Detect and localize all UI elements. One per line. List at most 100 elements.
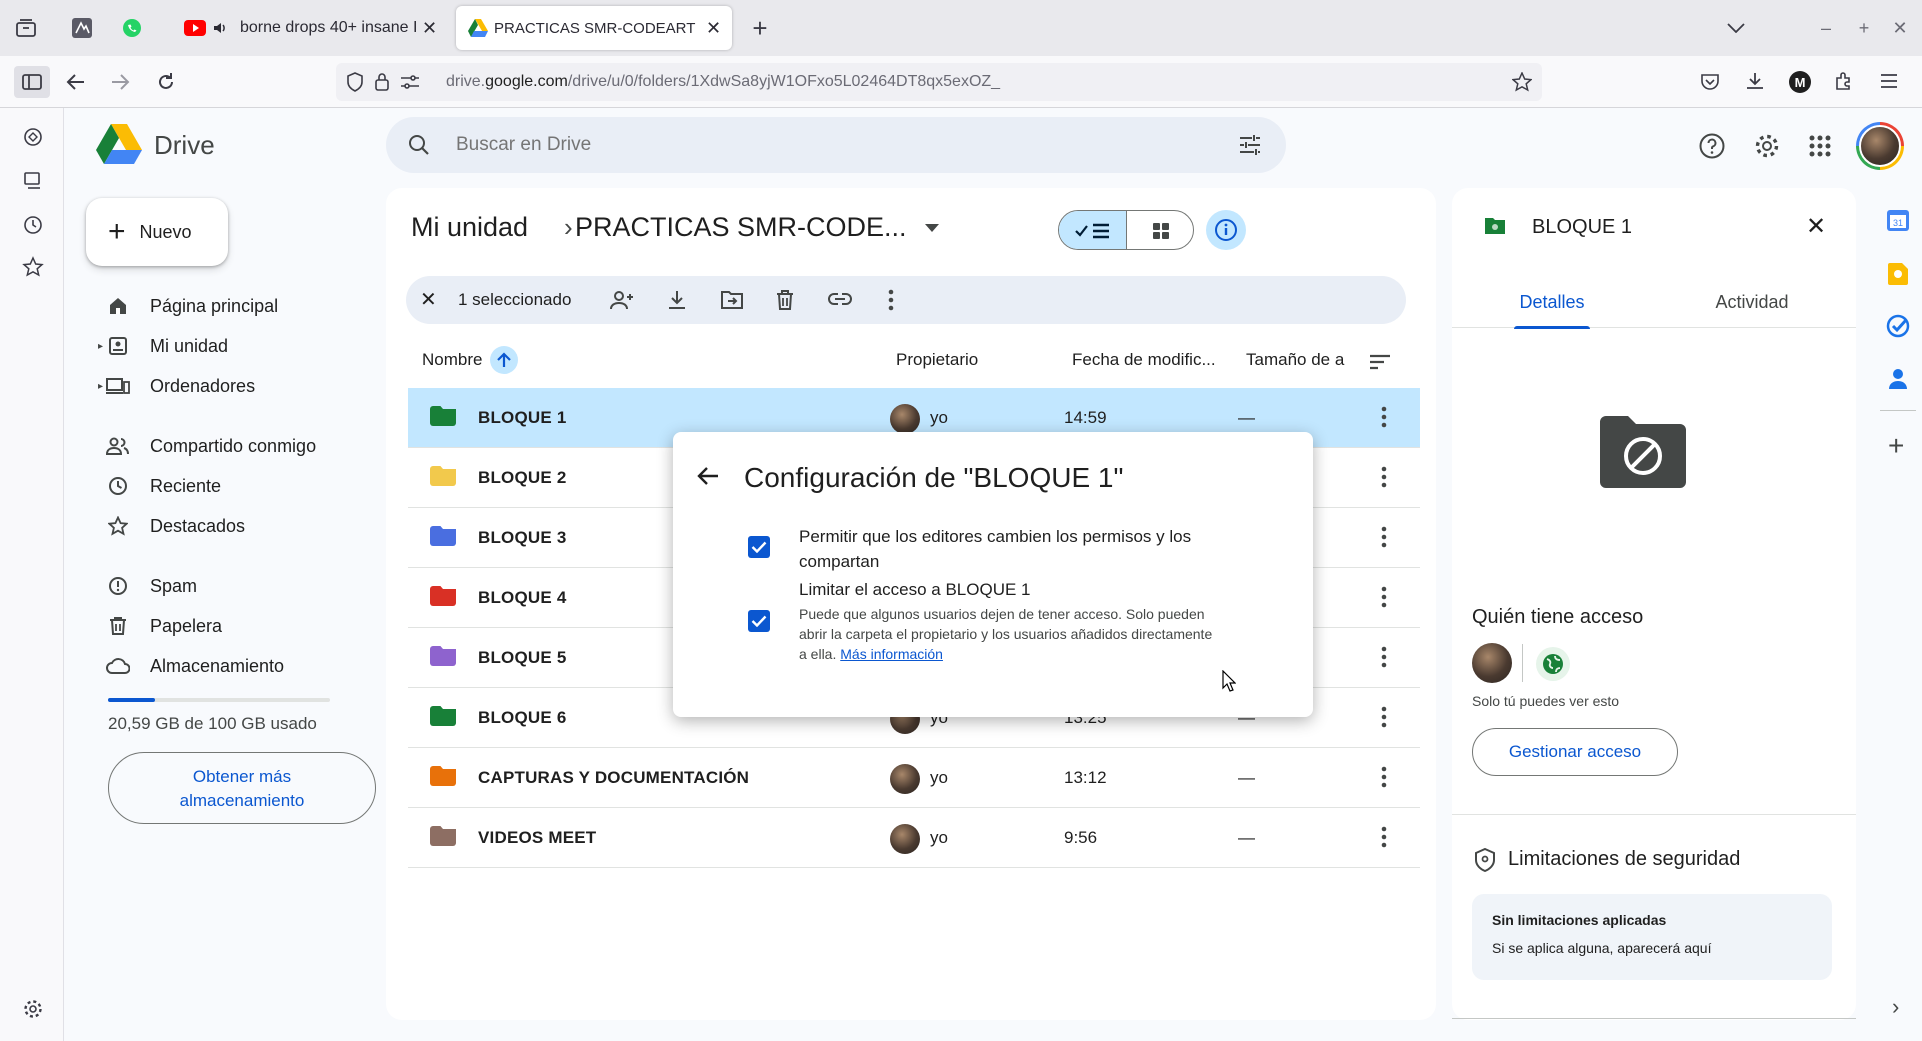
tab-manager-icon[interactable] (12, 14, 40, 42)
row-more-icon[interactable] (1381, 466, 1387, 488)
row-more-icon[interactable] (1381, 646, 1387, 668)
tab-activity[interactable]: Actividad (1652, 292, 1852, 328)
general-access-globe-icon[interactable] (1536, 647, 1570, 681)
nav-shared[interactable]: Compartido conmigo (104, 428, 316, 464)
column-header-name[interactable]: Nombre (422, 346, 519, 374)
nav-recent[interactable]: Reciente (104, 468, 221, 504)
permissions-icon[interactable] (400, 74, 420, 90)
row-more-icon[interactable] (1381, 526, 1387, 548)
owner-avatar[interactable] (1472, 643, 1512, 683)
add-app-icon[interactable]: + (1888, 430, 1904, 462)
table-row[interactable]: VIDEOS MEET yo 9:56 — (408, 808, 1420, 868)
nav-label: Compartido conmigo (150, 435, 317, 456)
pocket-icon[interactable] (1700, 72, 1720, 92)
share-add-person-icon[interactable] (610, 290, 634, 310)
nav-storage[interactable]: Almacenamiento (104, 648, 284, 684)
expand-panel-icon[interactable]: › (1892, 994, 1899, 1020)
account-avatar[interactable] (1856, 122, 1904, 170)
tab-list-chevron-icon[interactable] (1722, 14, 1750, 42)
move-folder-icon[interactable] (720, 290, 744, 310)
manage-access-button[interactable]: Gestionar acceso (1472, 728, 1678, 776)
sort-ascending-icon[interactable] (490, 346, 519, 374)
clear-selection-icon[interactable]: ✕ (420, 287, 437, 312)
bookmarks-icon[interactable] (22, 256, 44, 278)
downloads-icon[interactable] (1745, 71, 1765, 91)
nav-computers[interactable]: ▸ Ordenadores (98, 368, 255, 404)
copy-link-icon[interactable] (828, 292, 852, 306)
nav-trash[interactable]: Papelera (104, 608, 222, 644)
menu-icon[interactable] (1880, 73, 1898, 89)
table-row[interactable]: CAPTURAS Y DOCUMENTACIÓN yo 13:12 — (408, 748, 1420, 808)
row-more-icon[interactable] (1381, 826, 1387, 848)
sort-options-icon[interactable] (1369, 354, 1391, 370)
limit-access-checkbox[interactable] (748, 610, 770, 632)
url-bar[interactable]: drive.google.com/drive/u/0/folders/1XdwS… (336, 63, 1542, 101)
back-icon[interactable] (60, 66, 92, 98)
new-tab-icon[interactable]: + (746, 13, 774, 43)
extensions-icon[interactable] (1834, 71, 1854, 91)
row-more-icon[interactable] (1381, 766, 1387, 788)
download-icon[interactable] (667, 289, 687, 311)
allow-editors-checkbox[interactable] (748, 536, 770, 558)
forward-icon[interactable] (104, 66, 136, 98)
close-tab-icon[interactable]: ✕ (706, 18, 721, 39)
sidebar-settings-icon[interactable] (22, 998, 44, 1020)
profile-avatar[interactable]: M (1789, 71, 1811, 93)
list-view-button[interactable] (1059, 211, 1127, 249)
calendar-icon[interactable]: 31 (1886, 208, 1910, 232)
maximize-icon[interactable]: + (1850, 14, 1878, 42)
row-more-icon[interactable] (1381, 406, 1387, 428)
help-icon[interactable] (1698, 132, 1726, 160)
whatsapp-tab-icon[interactable] (118, 14, 146, 42)
tracking-shield-icon[interactable] (346, 72, 364, 92)
expand-arrow-icon[interactable]: ▸ (98, 381, 103, 392)
more-actions-icon[interactable] (888, 289, 894, 311)
close-details-icon[interactable]: ✕ (1806, 212, 1826, 241)
lock-icon[interactable] (374, 72, 390, 92)
breadcrumb-current[interactable]: PRACTICAS SMR-CODE... (575, 212, 939, 243)
drive-logo-icon[interactable] (96, 124, 142, 164)
learn-more-link[interactable]: Más información (840, 646, 943, 662)
security-status-box: Sin limitaciones aplicadas Si se aplica … (1472, 894, 1832, 980)
nav-starred[interactable]: Destacados (104, 508, 245, 544)
tab-details[interactable]: Detalles (1452, 292, 1652, 329)
close-tab-icon[interactable]: ✕ (422, 18, 437, 39)
column-header-owner[interactable]: Propietario (896, 350, 978, 370)
keep-icon[interactable] (1887, 262, 1909, 286)
search-bar[interactable] (386, 117, 1286, 173)
settings-gear-icon[interactable] (1753, 132, 1781, 160)
sidebar-toggle-icon[interactable] (14, 66, 50, 98)
search-options-icon[interactable] (1238, 134, 1262, 156)
contacts-icon[interactable] (1888, 368, 1908, 390)
tasks-icon[interactable] (1886, 314, 1910, 338)
delete-icon[interactable] (776, 289, 794, 311)
breadcrumb-root[interactable]: Mi unidad (411, 212, 528, 243)
nav-my-drive[interactable]: ▸ Mi unidad (98, 328, 228, 364)
nav-home[interactable]: Página principal (104, 288, 278, 324)
history-icon[interactable] (22, 214, 44, 236)
minimize-icon[interactable]: – (1812, 14, 1840, 42)
close-window-icon[interactable]: ✕ (1886, 14, 1914, 42)
new-button[interactable]: + Nuevo (86, 198, 228, 266)
search-icon[interactable] (408, 134, 430, 156)
column-header-modified[interactable]: Fecha de modific... (1072, 350, 1232, 370)
tab-youtube[interactable]: borne drops 40+ insane II ✕ (174, 6, 448, 50)
reload-icon[interactable] (150, 66, 182, 98)
nav-spam[interactable]: Spam (104, 568, 197, 604)
ai-chatbot-icon[interactable] (22, 126, 44, 148)
bookmark-star-icon[interactable] (1512, 72, 1532, 92)
row-more-icon[interactable] (1381, 706, 1387, 728)
column-header-size[interactable]: Tamaño de a (1246, 350, 1350, 370)
details-info-button[interactable] (1206, 210, 1246, 250)
search-input[interactable] (456, 131, 1156, 159)
synced-tabs-icon[interactable] (22, 170, 44, 192)
pinned-tab-icon[interactable] (68, 14, 96, 42)
tab-drive[interactable]: PRACTICAS SMR-CODEARTS - G ✕ (456, 6, 732, 50)
grid-view-button[interactable] (1127, 211, 1193, 249)
row-more-icon[interactable] (1381, 586, 1387, 608)
speaker-icon[interactable] (212, 20, 228, 36)
get-more-storage-button[interactable]: Obtener más almacenamiento (108, 752, 376, 824)
expand-arrow-icon[interactable]: ▸ (98, 341, 103, 352)
back-arrow-icon[interactable] (697, 466, 719, 486)
apps-grid-icon[interactable] (1808, 134, 1832, 158)
